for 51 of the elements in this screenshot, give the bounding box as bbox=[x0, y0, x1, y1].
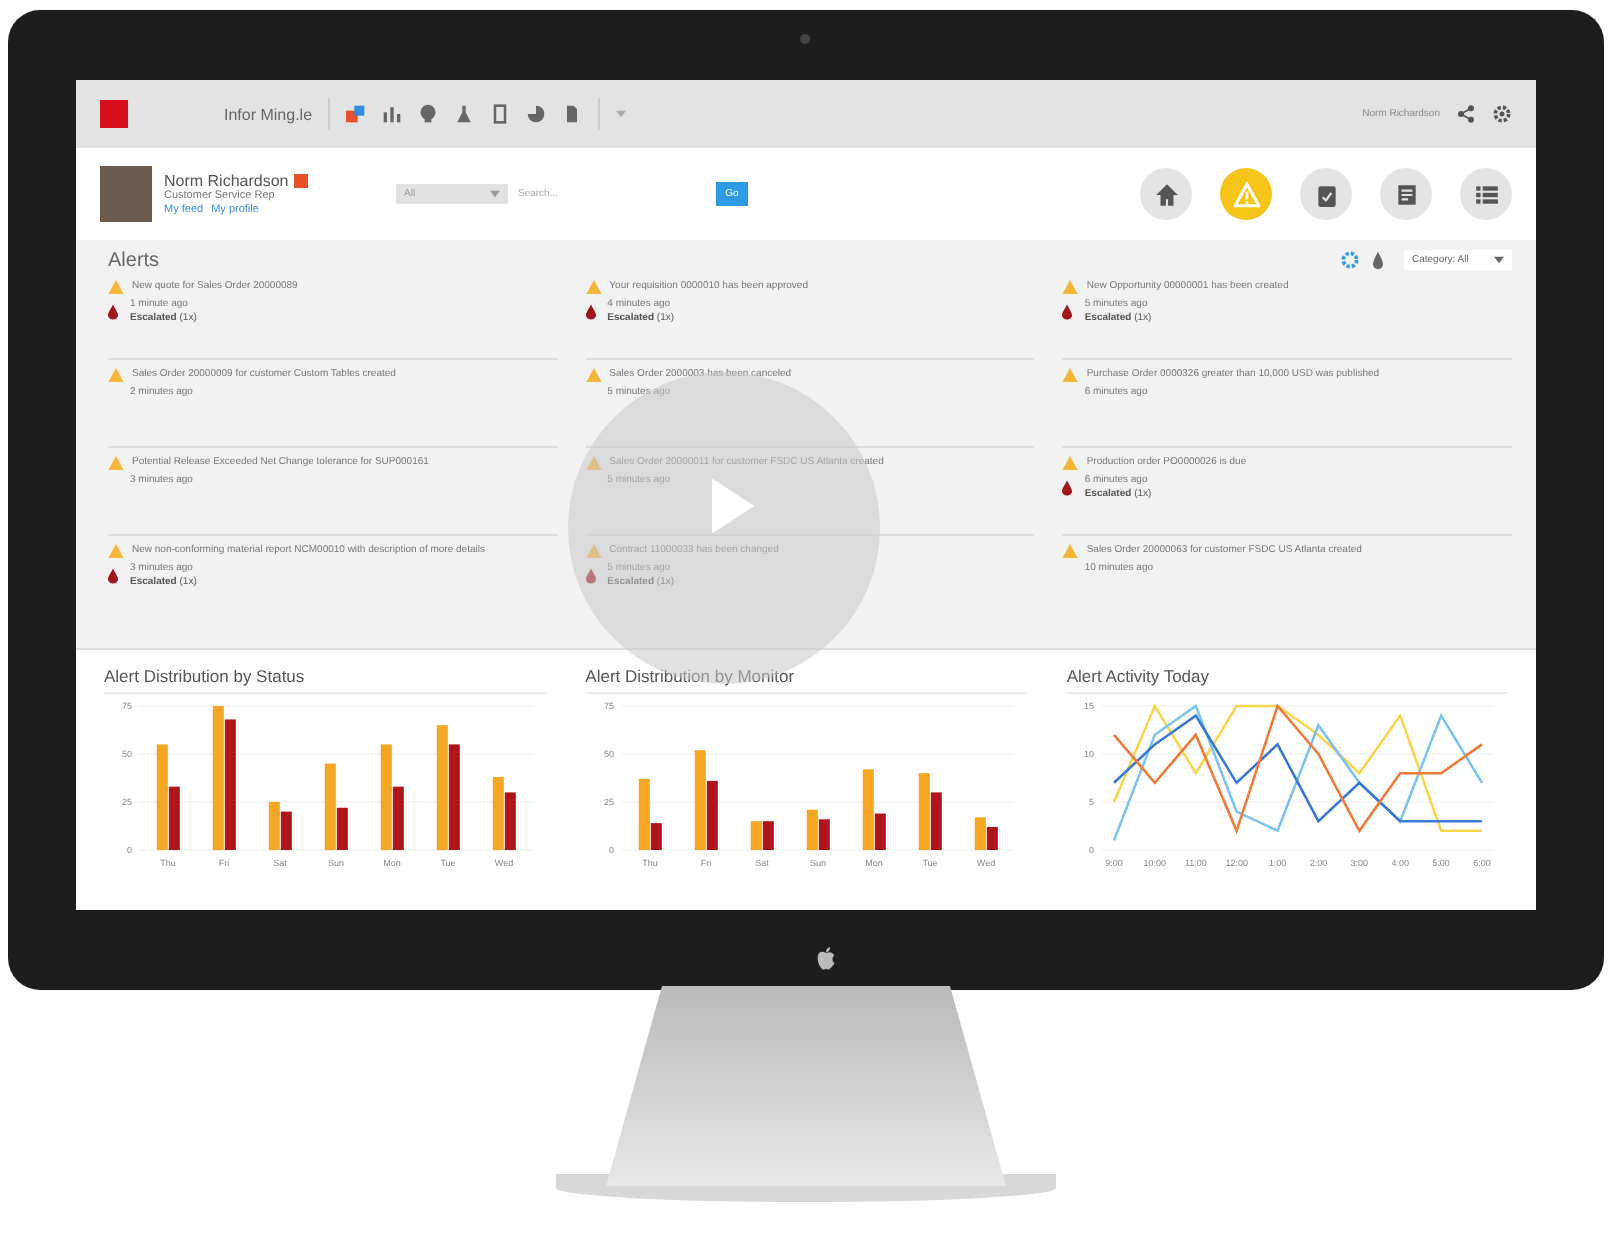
warning-icon bbox=[108, 368, 124, 382]
clipboard-icon bbox=[1313, 181, 1339, 207]
caret-icon bbox=[1494, 256, 1504, 264]
warning-icon bbox=[1062, 368, 1079, 382]
pie-chart-icon[interactable] bbox=[526, 104, 547, 124]
drop-icon bbox=[1062, 479, 1073, 495]
list-button[interactable] bbox=[1460, 168, 1512, 220]
settings-icon[interactable] bbox=[1492, 104, 1512, 124]
warning-icon bbox=[108, 280, 124, 294]
user-name: Norm Richardson bbox=[164, 172, 289, 191]
warning-icon bbox=[585, 456, 602, 470]
drop-icon bbox=[1062, 303, 1073, 319]
share-icon[interactable] bbox=[1456, 104, 1476, 124]
logo-icon bbox=[816, 946, 836, 970]
chart-title: Alert Distribution by Monitor bbox=[585, 666, 1027, 694]
warning-icon bbox=[108, 456, 124, 470]
avatar bbox=[100, 166, 152, 222]
play-icon bbox=[706, 476, 758, 536]
warning-icon bbox=[108, 544, 124, 558]
chart-title: Alert Distribution by Status bbox=[104, 666, 546, 694]
notes-button[interactable] bbox=[1380, 168, 1432, 220]
home-button[interactable] bbox=[1140, 168, 1192, 220]
app-title: Infor Ming.le bbox=[224, 105, 313, 123]
status-badge bbox=[294, 174, 309, 189]
flask-icon[interactable] bbox=[454, 104, 475, 124]
drop-icon bbox=[108, 567, 118, 583]
drop-icon bbox=[585, 303, 596, 319]
document-icon[interactable] bbox=[562, 104, 583, 124]
tiles-icon[interactable] bbox=[346, 104, 367, 124]
home-icon bbox=[1153, 181, 1179, 207]
warning-icon bbox=[1062, 544, 1079, 558]
clipboard-button[interactable] bbox=[1300, 168, 1352, 220]
document-icon[interactable] bbox=[490, 104, 511, 124]
warning-icon bbox=[1062, 456, 1079, 470]
warning-icon bbox=[585, 544, 602, 558]
drop-icon[interactable] bbox=[1368, 250, 1388, 270]
alerts-title: Alerts bbox=[108, 249, 160, 271]
drop-icon bbox=[108, 303, 118, 319]
logo-icon bbox=[100, 100, 128, 128]
drop-icon bbox=[585, 567, 596, 583]
warning-icon bbox=[1062, 280, 1079, 294]
camera-icon bbox=[800, 34, 810, 44]
note-icon bbox=[1393, 181, 1419, 207]
bar-chart-icon[interactable] bbox=[382, 104, 403, 124]
chart-title: Alert Activity Today bbox=[1066, 666, 1508, 694]
warning-icon bbox=[585, 368, 602, 382]
list-icon bbox=[1473, 181, 1499, 207]
warning-icon bbox=[1233, 181, 1259, 207]
warning-icon bbox=[585, 280, 602, 294]
settings-icon[interactable] bbox=[1340, 250, 1360, 270]
caret-icon bbox=[490, 190, 500, 198]
